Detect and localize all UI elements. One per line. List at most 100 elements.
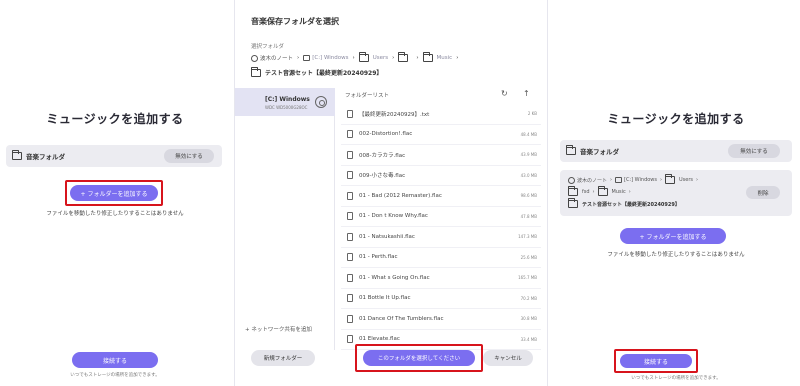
disable-button[interactable]: 無効にする [164, 149, 214, 163]
folder-picker-dialog: 音楽保存フォルダを選択 選択フォルダ 波木のノート › [C:] Windows… [234, 0, 548, 386]
file-row[interactable]: 01 - Natsukashii.flac 147.3 MB [341, 227, 541, 248]
file-icon [347, 171, 353, 180]
file-icon [347, 273, 353, 282]
file-size: 30.8 MB [520, 316, 537, 322]
file-name: 01 - Don t Know Why.flac [359, 213, 428, 220]
selected-set-row: テスト音源セット【最終更新20240929】 [251, 66, 383, 77]
file-size: 165.7 MB [518, 275, 537, 281]
file-size: 70.2 MB [520, 295, 537, 301]
path-part: fsd [582, 189, 590, 195]
folder-path-line-2: fsd › Music › [568, 186, 634, 196]
file-row[interactable]: 008-カラカラ.flac 43.9 MB [341, 145, 541, 166]
folder-label: 音楽フォルダ [26, 153, 65, 161]
folder-icon [398, 52, 409, 62]
file-icon [347, 294, 353, 303]
folder-icon [568, 198, 578, 208]
path-part: Music [611, 189, 626, 195]
folder-label: 音楽フォルダ [580, 148, 619, 156]
new-folder-button[interactable]: 新規フォルダー [251, 350, 315, 366]
left-panel: ミュージックを追加する 音楽フォルダ 無効にする + フォルダーを追加する ファ… [0, 0, 230, 386]
file-list-header: フォルダーリスト ↻ ↑ [341, 88, 541, 102]
list-title: フォルダーリスト [345, 93, 390, 99]
add-network-share-link[interactable]: + ネットワーク共有を追加 [245, 325, 312, 333]
path-part: 波木のノート [577, 177, 608, 184]
folder-icon [566, 145, 576, 155]
file-icon [347, 191, 353, 200]
crumb-2[interactable]: Users [373, 55, 388, 61]
file-icon [347, 232, 353, 241]
file-name: 01 - What s Going On.flac [359, 274, 430, 281]
left-title: ミュージックを追加する [46, 112, 184, 126]
file-size: 47.8 MB [520, 213, 537, 219]
file-icon [347, 335, 353, 344]
refresh-icon[interactable]: ↻ [501, 89, 508, 98]
highlight-box [355, 344, 483, 372]
right-panel: ミュージックを追加する 音楽フォルダ 無効にする 波木のノート › [C:] Wi… [552, 0, 800, 386]
file-name: 009-小さな毒.flac [359, 173, 406, 180]
file-row[interactable]: 002-Distortion!.flac 48.4 MB [341, 125, 541, 145]
drive-item-c[interactable]: [C:] Windows WDC WD5000G28OC [235, 88, 335, 116]
drive-model: WDC WD5000G28OC [265, 105, 308, 110]
computer-icon [251, 54, 258, 62]
file-list: 【最終更新20240929】.txt 2 KB 002-Distortion!.fl… [341, 104, 541, 350]
folder-icon [358, 52, 369, 62]
file-row[interactable]: 01 Dance Of The Tumblers.flac 30.8 MB [341, 309, 541, 330]
file-icon [347, 253, 353, 262]
file-size: 147.3 MB [518, 234, 537, 240]
folder-icon [251, 66, 261, 77]
selected-folder-card: 波木のノート › [C:] Windows › Users › fsd › Music ›… [560, 170, 792, 216]
add-folder-button[interactable]: + フォルダーを追加する [620, 228, 726, 244]
file-name: 01 Elevate.flac [359, 336, 400, 343]
file-row[interactable]: 009-小さな毒.flac 43.0 MB [341, 166, 541, 186]
path-part: Users [679, 177, 694, 183]
dialog-title: 音楽保存フォルダを選択 [251, 17, 339, 26]
folder-icon [12, 150, 22, 160]
dialog-subtitle: 選択フォルダ [251, 44, 285, 50]
crumb-4[interactable]: Music [437, 55, 453, 61]
file-name: 【最終更新20240929】.txt [359, 111, 430, 118]
file-icon [347, 150, 353, 159]
file-icon [347, 130, 353, 139]
folder-path-line-1: 波木のノート › [C:] Windows › Users › [568, 174, 701, 184]
file-row[interactable]: 01 - Bad (2012 Remaster).flac 98.6 MB [341, 186, 541, 207]
computer-icon [568, 176, 575, 184]
file-row[interactable]: 01 - What s Going On.flac 165.7 MB [341, 268, 541, 289]
file-size: 43.9 MB [520, 152, 537, 158]
file-name: 01 - Natsukashii.flac [359, 233, 415, 240]
highlight-box [65, 180, 163, 206]
connect-button[interactable]: 接続する [72, 352, 158, 368]
file-name: 01 Dance Of The Tumblers.flac [359, 315, 444, 322]
drive-sidebar: [C:] Windows WDC WD5000G28OC + ネットワーク共有を… [235, 88, 335, 350]
file-size: 98.6 MB [520, 193, 537, 199]
folder-icon [422, 52, 433, 62]
file-name: 01 - Bad (2012 Remaster).flac [359, 192, 442, 199]
file-row[interactable]: 01 - Perth.flac 25.6 MB [341, 248, 541, 268]
remove-button[interactable]: 削除 [746, 186, 780, 199]
arrow-up-icon[interactable]: ↑ [523, 89, 530, 98]
file-icon [347, 109, 353, 118]
file-name: 002-Distortion!.flac [359, 131, 413, 138]
left-note: ファイルを移動したり修正したりすることはありません [46, 211, 184, 217]
drive-icon [615, 177, 623, 183]
right-title: ミュージックを追加する [607, 112, 745, 126]
drive-icon [303, 55, 311, 61]
breadcrumb: 波木のノート › [C:] Windows › Users › › Music … [251, 52, 462, 62]
file-row[interactable]: 【最終更新20240929】.txt 2 KB [341, 104, 541, 125]
folder-path-line-3: テスト音源セット【最終更新20240929】 [568, 198, 680, 208]
file-size: 33.4 MB [520, 336, 537, 342]
folder-icon [597, 186, 608, 196]
path-part: [C:] Windows [624, 177, 658, 183]
folder-icon [665, 174, 676, 184]
crumb-1[interactable]: [C:] Windows [312, 55, 348, 61]
file-name: 01 - Perth.flac [359, 254, 398, 261]
cancel-button[interactable]: キャンセル [483, 350, 533, 366]
file-row[interactable]: 01 - Don t Know Why.flac 47.8 MB [341, 207, 541, 227]
set-name: テスト音源セット【最終更新20240929】 [582, 201, 680, 208]
set-name: テスト音源セット【最終更新20240929】 [265, 70, 383, 77]
file-row[interactable]: 01 Bottle It Up.flac 70.2 MB [341, 289, 541, 309]
disable-button[interactable]: 無効にする [728, 144, 780, 158]
right-note: ファイルを移動したり修正したりすることはありません [607, 252, 745, 258]
right-tiny-note: いつでもストレージの場所を追加できます。 [631, 376, 721, 381]
file-size: 48.4 MB [520, 131, 537, 137]
crumb-0[interactable]: 波木のノート [260, 54, 293, 62]
